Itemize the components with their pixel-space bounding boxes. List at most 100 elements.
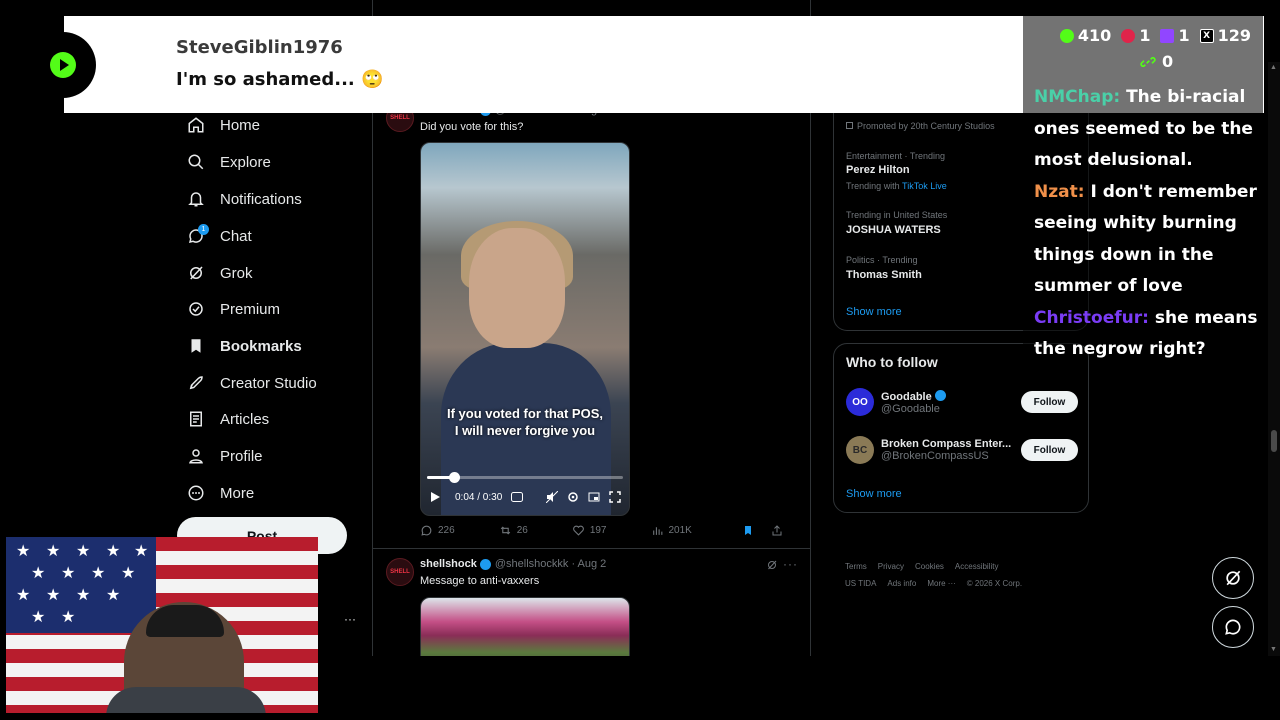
footer-link[interactable]: US TIDA	[845, 579, 876, 588]
sidebar-item-label: Bookmarks	[220, 337, 302, 355]
sidebar-item-bookmarks[interactable]: Bookmarks	[186, 331, 302, 361]
sidebar-item-articles[interactable]: Articles	[186, 404, 269, 434]
repost-icon	[500, 526, 510, 535]
footer-link[interactable]: Cookies	[915, 562, 944, 571]
views-button[interactable]: 201K	[651, 524, 692, 537]
flag-star: ★	[46, 587, 61, 604]
reply-button[interactable]: 226	[420, 524, 455, 537]
sidebar-item-grok[interactable]: Grok	[186, 258, 253, 288]
tweet-author-handle[interactable]: @shellshockkk · Aug 2	[495, 558, 606, 570]
flag-star: ★	[61, 609, 76, 626]
trend-sub-link[interactable]: TikTok Live	[902, 181, 947, 191]
sidebar-item-explore[interactable]: Explore	[186, 147, 271, 177]
sidebar-item-label: Premium	[220, 300, 281, 318]
footer-link[interactable]: Terms	[845, 562, 867, 571]
footer-link[interactable]: Ads info	[887, 579, 916, 588]
trends-show-more-link[interactable]: Show more	[846, 306, 902, 318]
rumble-viewers: 1	[1121, 26, 1150, 45]
link-count: 0	[1162, 52, 1174, 71]
webcam-overlay: ★ ★ ★ ★ ★ ★ ★ ★ ★ ★ ★ ★ ★ ★ ★	[6, 537, 318, 713]
sidebar-item-home[interactable]: Home	[186, 110, 260, 140]
share-button[interactable]	[771, 524, 788, 537]
tweet-more-icon[interactable]: ···	[783, 557, 798, 571]
x-viewers: X 129	[1199, 26, 1251, 45]
sidebar-item-premium[interactable]: Premium	[186, 294, 280, 324]
grok-explain-icon[interactable]	[766, 558, 778, 576]
scrollbar-thumb[interactable]	[1271, 430, 1277, 452]
follow-suggestion: OO Goodable @Goodable Follow	[846, 388, 1078, 416]
follow-show-more-link[interactable]: Show more	[846, 488, 902, 500]
twitch-icon	[1160, 28, 1175, 43]
follow-button[interactable]: Follow	[1021, 391, 1078, 413]
follow-name[interactable]: Goodable	[881, 391, 932, 403]
trend-title[interactable]: Thomas Smith	[846, 269, 922, 281]
tweet-author-name[interactable]: shellshock	[420, 558, 477, 570]
repost-button[interactable]: 26	[499, 524, 528, 537]
promoted-text: Promoted by 20th Century Studios	[857, 121, 995, 131]
twitch-viewers: 1	[1160, 26, 1190, 45]
follow-suggestion: BC Broken Compass Enter... @BrokenCompas…	[846, 436, 1078, 464]
kick-logo-icon	[30, 32, 96, 98]
sidebar-item-profile[interactable]: Profile	[186, 441, 263, 471]
flag-star: ★	[16, 543, 31, 560]
bell-icon	[186, 189, 206, 209]
footer-link[interactable]: More ···	[927, 579, 955, 588]
chat-username: Nzat:	[1034, 181, 1085, 202]
mute-icon[interactable]	[546, 491, 558, 503]
reply-count: 226	[438, 525, 455, 536]
sidebar-item-creator-studio[interactable]: Creator Studio	[186, 368, 317, 398]
flag-star: ★	[106, 587, 121, 604]
flag-star: ★	[121, 565, 136, 582]
trend-title[interactable]: Perez Hilton	[846, 164, 910, 176]
play-icon[interactable]	[429, 491, 441, 503]
who-to-follow-panel: Who to follow OO Goodable @Goodable Foll…	[833, 343, 1089, 513]
page-scrollbar[interactable]: ▲ ▼	[1268, 62, 1280, 656]
messages-float-button[interactable]	[1212, 606, 1254, 648]
bookmark-icon	[186, 336, 206, 356]
chat-overlay: 410 1 1 X 129 0 NMChap: The bi-racial one…	[1023, 16, 1263, 359]
like-button[interactable]: 197	[572, 524, 607, 537]
tweet-image[interactable]	[420, 597, 630, 656]
tweet-video[interactable]: If you voted for that POS, I will never …	[420, 142, 630, 516]
pip-icon[interactable]	[588, 491, 600, 503]
grok-float-button[interactable]	[1212, 557, 1254, 599]
streamer-cap	[146, 605, 224, 637]
repost-count: 26	[516, 525, 528, 536]
video-progress-bar[interactable]	[427, 472, 623, 483]
sidebar-item-label: Explore	[220, 153, 271, 171]
fullscreen-icon[interactable]	[609, 491, 621, 503]
article-icon	[186, 409, 206, 429]
scroll-down-icon[interactable]: ▼	[1270, 646, 1277, 653]
view-count: 201K	[668, 525, 692, 536]
sidebar-item-more[interactable]: More	[186, 478, 254, 508]
sidebar-item-notifications[interactable]: Notifications	[186, 184, 302, 214]
verified-icon	[934, 389, 946, 401]
footer-link[interactable]: Privacy	[878, 562, 904, 571]
sidebar-item-chat[interactable]: 1 Chat	[186, 221, 252, 251]
tweet-avatar[interactable]: SHELL	[386, 558, 414, 586]
who-to-follow-title: Who to follow	[846, 354, 938, 370]
x-icon: X	[1199, 28, 1214, 43]
chat-messages: NMChap: The bi-racial ones seemed to be …	[1034, 82, 1259, 366]
follow-name[interactable]: Broken Compass Enter...	[881, 438, 1021, 450]
sidebar-item-label: More	[220, 484, 255, 502]
copyright: © 2026 X Corp.	[966, 579, 1023, 588]
bookmark-button[interactable]	[742, 524, 759, 537]
settings-gear-icon[interactable]	[567, 491, 579, 503]
account-more-icon[interactable]: ···	[344, 612, 356, 626]
footer-link[interactable]: Accessibility	[955, 562, 999, 571]
video-frame-face	[469, 228, 565, 348]
flag-star: ★	[16, 587, 31, 604]
broken-compass-avatar[interactable]: BC	[846, 436, 874, 464]
captions-icon[interactable]	[511, 491, 524, 503]
promoted-icon	[846, 122, 853, 129]
video-time: 0:04 / 0:30	[455, 491, 503, 503]
chat-message: Christoefur: she means the negrow right?	[1034, 303, 1259, 366]
goodable-avatar[interactable]: OO	[846, 388, 874, 416]
promoted-label: Promoted by 20th Century Studios	[846, 121, 995, 131]
trend-title[interactable]: JOSHUA WATERS	[846, 224, 941, 236]
twitch-count: 1	[1178, 26, 1190, 45]
scroll-up-icon[interactable]: ▲	[1270, 64, 1277, 71]
follow-button[interactable]: Follow	[1021, 439, 1078, 461]
kick-icon	[1059, 28, 1074, 43]
